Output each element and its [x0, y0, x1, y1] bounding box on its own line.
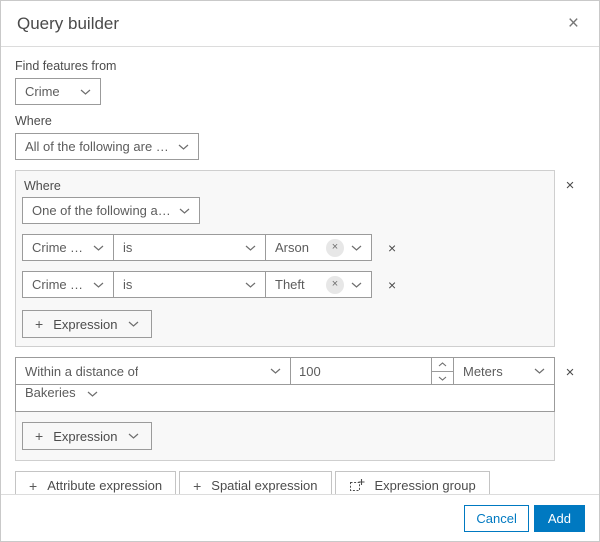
dialog-body: Find features from Crime Where All of th…: [1, 47, 599, 500]
expression-group-1: Where One of the following are tr... Cri…: [15, 170, 555, 347]
value-select-value: Arson: [275, 240, 309, 255]
distance-stepper: [431, 358, 453, 384]
spatial-expression-label: Spatial expression: [211, 478, 318, 493]
expression-group-2: Within a distance of Meters Bakeries: [15, 357, 555, 461]
distance-input[interactable]: [291, 358, 431, 384]
find-features-label: Find features from: [15, 59, 117, 73]
operator-select[interactable]: is: [113, 271, 266, 298]
chevron-down-icon: [245, 245, 256, 251]
plus-icon: +: [29, 477, 38, 494]
attribute-expression-label: Attribute expression: [47, 478, 163, 493]
add-expression-button[interactable]: + Expression: [22, 422, 152, 450]
chevron-down-icon: [128, 321, 139, 327]
value-select-value: Theft: [275, 277, 305, 292]
unit-select[interactable]: Meters: [453, 357, 555, 385]
field-select[interactable]: Crime Type: [22, 234, 114, 261]
dialog-title: Query builder: [17, 13, 120, 33]
target-layer-value: Bakeries: [25, 385, 76, 400]
group1-where-label: Where: [24, 179, 61, 193]
spatial-mode-value: Within a distance of: [25, 363, 139, 379]
chevron-down-icon: [128, 433, 139, 439]
remove-group-icon[interactable]: ×: [555, 365, 585, 380]
cancel-button[interactable]: Cancel: [464, 504, 529, 532]
add-expression-button[interactable]: + Expression: [22, 310, 152, 338]
plus-icon: +: [35, 428, 44, 444]
chevron-down-icon: [270, 368, 281, 374]
field-select-value: Crime Type: [32, 240, 85, 255]
spatial-expression-row: Within a distance of Meters: [15, 357, 555, 385]
group1-logic-select[interactable]: One of the following are tr...: [22, 197, 200, 224]
operator-select-value: is: [123, 240, 133, 255]
layer-select-value: Crime: [25, 84, 60, 99]
chevron-down-icon: [93, 245, 104, 251]
chevron-down-icon: [179, 208, 190, 214]
plus-icon: +: [193, 477, 202, 494]
chevron-down-icon: [87, 391, 98, 397]
query-builder-dialog: { "colors": { "accent": "#0079c1", "grou…: [0, 0, 600, 542]
chevron-down-icon: [351, 282, 362, 288]
logic-select-value: All of the following are true: [25, 139, 170, 154]
field-select[interactable]: Crime Type: [22, 271, 114, 298]
group1-logic-select-value: One of the following are tr...: [32, 203, 171, 218]
plus-icon: +: [35, 316, 44, 332]
value-select[interactable]: Arson ×: [265, 234, 372, 261]
add-expression-label: Expression: [53, 316, 118, 332]
distance-input-group: [290, 357, 454, 385]
expression-group-2-row: Within a distance of Meters Bakeries: [15, 357, 585, 461]
logic-select[interactable]: All of the following are true: [15, 133, 199, 160]
dialog-header: Query builder ×: [1, 1, 599, 47]
spatial-mode-select[interactable]: Within a distance of: [15, 357, 291, 385]
remove-expression-icon[interactable]: ×: [388, 241, 396, 255]
add-expression-label: Expression: [53, 428, 118, 444]
add-button[interactable]: Add: [533, 504, 585, 532]
dialog-footer: Cancel Add: [1, 494, 599, 541]
chevron-down-icon: [80, 89, 91, 95]
chevron-down-icon: [351, 245, 362, 251]
expression-row: Crime Type is Theft × ×: [22, 271, 548, 298]
chevron-down-icon: [245, 282, 256, 288]
expression-row: Crime Type is Arson × ×: [22, 234, 548, 261]
stepper-down-icon[interactable]: [432, 371, 453, 384]
chevron-down-icon: [534, 368, 545, 374]
unit-select-value: Meters: [463, 363, 503, 379]
operator-select-value: is: [123, 277, 133, 292]
clear-value-icon[interactable]: ×: [326, 238, 344, 257]
chevron-down-icon: [93, 282, 104, 288]
remove-expression-icon[interactable]: ×: [388, 278, 396, 292]
expression-group-1-row: Where One of the following are tr... Cri…: [15, 170, 585, 347]
target-layer-select[interactable]: Bakeries: [15, 384, 555, 412]
clear-value-icon[interactable]: ×: [326, 275, 344, 294]
value-select[interactable]: Theft ×: [265, 271, 372, 298]
close-icon[interactable]: ×: [564, 12, 583, 35]
expression-group-label: Expression group: [374, 478, 476, 493]
operator-select[interactable]: is: [113, 234, 266, 261]
chevron-down-icon: [178, 144, 189, 150]
field-select-value: Crime Type: [32, 277, 85, 292]
where-label: Where: [15, 114, 52, 128]
expression-group-icon: [349, 478, 365, 493]
remove-group-icon[interactable]: ×: [555, 178, 585, 193]
stepper-up-icon[interactable]: [432, 358, 453, 371]
layer-select[interactable]: Crime: [15, 78, 101, 105]
